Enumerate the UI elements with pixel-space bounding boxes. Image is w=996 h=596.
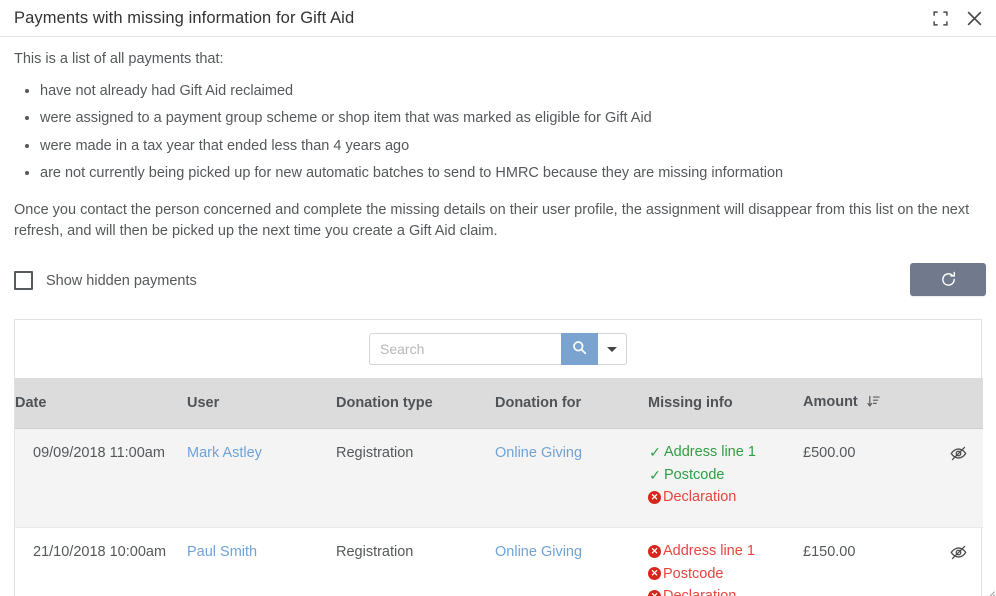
missing-info-item: ✓ Address line 1 xyxy=(648,445,803,460)
controls-row: Show hidden payments xyxy=(0,263,996,309)
error-circle-icon: ✕ xyxy=(648,490,661,504)
intro-text: This is a list of all payments that: xyxy=(14,51,224,67)
cell-donation-for: Online Giving xyxy=(495,428,648,529)
user-link[interactable]: Paul Smith xyxy=(187,544,257,560)
missing-info-label: Declaration xyxy=(663,489,737,506)
column-header-user[interactable]: User xyxy=(187,378,336,430)
titlebar-actions xyxy=(930,0,984,37)
expand-icon[interactable] xyxy=(930,9,950,29)
dialog-body: This is a list of all payments that: hav… xyxy=(0,50,996,243)
refresh-button[interactable] xyxy=(910,263,986,297)
list-item: were assigned to a payment group scheme … xyxy=(40,111,982,126)
table-header: Date User Donation type Donation for Mis… xyxy=(15,378,983,430)
error-circle-icon: ✕ xyxy=(648,544,661,558)
payments-table: Date User Donation type Donation for Mis… xyxy=(15,378,983,596)
cell-action xyxy=(933,527,983,596)
donation-for-link[interactable]: Online Giving xyxy=(495,544,582,560)
missing-info-label: Postcode xyxy=(664,466,725,483)
list-item: were made in a tax year that ended less … xyxy=(40,139,982,154)
page-title: Payments with missing information for Gi… xyxy=(14,8,355,27)
show-hidden-payments-label: Show hidden payments xyxy=(46,272,197,289)
dialog-titlebar: Payments with missing information for Gi… xyxy=(0,0,996,37)
cell-user: Mark Astley xyxy=(187,428,336,529)
refresh-icon xyxy=(940,271,957,288)
column-header-amount[interactable]: Amount xyxy=(803,378,933,430)
missing-info-label: Address line 1 xyxy=(663,543,755,560)
eye-slash-icon[interactable] xyxy=(950,445,967,462)
cell-missing-info: ✓ Address line 1 ✓ Postcode ✕ Declaratio… xyxy=(648,428,803,529)
criteria-list: have not already had Gift Aid reclaimed … xyxy=(14,84,982,181)
missing-info-item: ✕ Address line 1 xyxy=(648,544,803,559)
missing-info-list: ✕ Address line 1 ✕ Postcode ✕ Declaratio… xyxy=(648,544,803,596)
user-link[interactable]: Mark Astley xyxy=(187,445,262,461)
donation-for-link[interactable]: Online Giving xyxy=(495,445,582,461)
table-row[interactable]: 21/10/2018 10:00am Paul Smith Registrati… xyxy=(15,527,983,596)
search-button[interactable] xyxy=(561,333,598,366)
chevron-down-icon xyxy=(607,346,617,352)
missing-info-label: Declaration xyxy=(663,589,736,596)
cell-date: 21/10/2018 10:00am xyxy=(15,527,187,596)
missing-info-label: Postcode xyxy=(663,565,724,582)
payments-panel: Date User Donation type Donation for Mis… xyxy=(14,319,983,596)
missing-info-label: Address line 1 xyxy=(664,444,756,461)
outro-text: Once you contact the person concerned an… xyxy=(14,201,970,240)
error-circle-icon: ✕ xyxy=(648,589,661,596)
search-icon xyxy=(572,340,587,358)
resize-handle[interactable] xyxy=(981,581,995,596)
check-icon: ✓ xyxy=(649,466,661,483)
gift-aid-dialog: Payments with missing information for Gi… xyxy=(0,0,996,596)
column-header-actions xyxy=(933,378,983,430)
search-input[interactable] xyxy=(369,333,561,366)
cell-donation-type: Registration xyxy=(336,428,495,529)
list-item: have not already had Gift Aid reclaimed xyxy=(40,84,982,99)
missing-info-list: ✓ Address line 1 ✓ Postcode ✕ Declaratio… xyxy=(648,445,803,505)
checkbox-box[interactable] xyxy=(14,271,33,291)
cell-date: 09/09/2018 11:00am xyxy=(15,428,187,529)
missing-info-item: ✕ Declaration xyxy=(648,490,803,505)
show-hidden-payments-checkbox[interactable]: Show hidden payments xyxy=(14,271,197,291)
close-icon[interactable] xyxy=(964,9,984,29)
search-options-dropdown[interactable] xyxy=(598,333,627,366)
cell-donation-type: Registration xyxy=(336,527,495,596)
column-header-donation-type[interactable]: Donation type xyxy=(336,378,495,430)
eye-slash-icon[interactable] xyxy=(950,544,967,561)
column-header-donation-for[interactable]: Donation for xyxy=(495,378,648,430)
cell-amount: £150.00 xyxy=(803,527,933,596)
cell-donation-for: Online Giving xyxy=(495,527,648,596)
cell-action xyxy=(933,428,983,529)
column-header-amount-label: Amount xyxy=(803,394,858,411)
sort-descending-icon xyxy=(867,395,880,412)
search-group xyxy=(369,333,627,366)
search-bar xyxy=(15,320,981,379)
check-icon: ✓ xyxy=(649,444,661,461)
table-body: 09/09/2018 11:00am Mark Astley Registrat… xyxy=(15,428,983,596)
column-header-missing-info[interactable]: Missing info xyxy=(648,378,803,430)
missing-info-item: ✕ Declaration xyxy=(648,589,803,596)
cell-amount: £500.00 xyxy=(803,428,933,529)
cell-missing-info: ✕ Address line 1 ✕ Postcode ✕ Declaratio… xyxy=(648,527,803,596)
table-header-row: Date User Donation type Donation for Mis… xyxy=(15,378,983,430)
column-header-date[interactable]: Date xyxy=(15,378,187,430)
cell-user: Paul Smith xyxy=(187,527,336,596)
error-circle-icon: ✕ xyxy=(648,567,661,581)
missing-info-item: ✓ Postcode xyxy=(648,468,803,483)
table-row[interactable]: 09/09/2018 11:00am Mark Astley Registrat… xyxy=(15,428,983,529)
missing-info-item: ✕ Postcode xyxy=(648,567,803,582)
list-item: are not currently being picked up for ne… xyxy=(40,166,982,181)
